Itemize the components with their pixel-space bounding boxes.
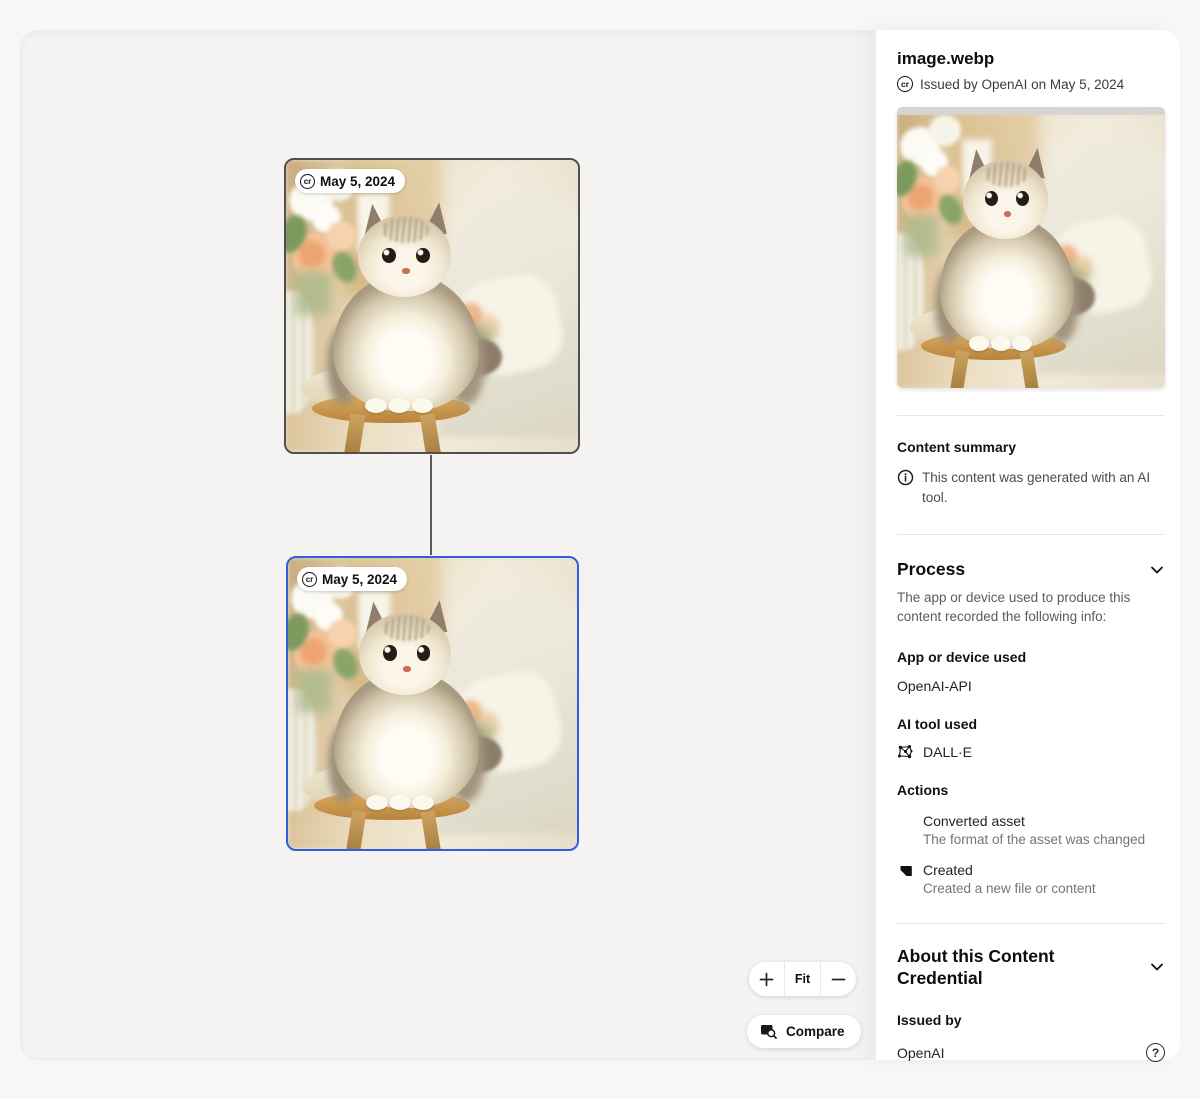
ai-tool-value: DALL·E [923,743,973,760]
issued-by-value: OpenAI [897,1044,945,1061]
zoom-fit-button[interactable]: Fit [784,962,820,996]
compare-icon [761,1025,777,1039]
divider [897,922,1165,924]
app-device-value: OpenAI-API [897,677,972,694]
connector-line [430,455,432,555]
divider [897,534,1165,536]
content-summary-heading: Content summary [897,439,1017,455]
zoom-out-button[interactable] [820,962,856,996]
action-item: Created Created a new file or content [897,862,1165,896]
dalle-icon [898,744,913,758]
action-description: Created a new file or content [923,880,1096,896]
issued-by-row: OpenAI ? [897,1043,1165,1063]
about-heading: About this Content Credential [897,945,1055,989]
process-section-header[interactable]: Process [897,558,1165,581]
asset-node-selected[interactable]: cr May 5, 2024 [286,556,579,851]
info-icon [897,469,914,486]
issuer-line: cr Issued by OpenAI on May 5, 2024 [897,76,1165,92]
cat-photo [286,160,578,452]
chevron-down-icon[interactable] [1149,562,1165,578]
badge-date: May 5, 2024 [320,173,396,189]
compare-button[interactable]: Compare [747,1015,861,1048]
content-summary-row: This content was generated with an AI to… [897,468,1165,507]
ai-tool-row: DALL·E [897,744,1165,760]
zoom-in-button[interactable] [749,962,784,996]
content-summary-text: This content was generated with an AI to… [922,470,1151,505]
action-title: Converted asset [923,812,1025,829]
asset-node-parent[interactable]: cr May 5, 2024 [284,158,580,454]
action-item: Converted asset The format of the asset … [897,813,1165,847]
minus-icon [831,978,846,980]
chevron-down-icon[interactable] [1149,959,1165,975]
actions-label: Actions [897,781,949,798]
details-panel: image.webp cr Issued by OpenAI on May 5,… [876,30,1180,1063]
fit-label: Fit [794,972,811,986]
ai-tool-label: AI tool used [897,715,978,732]
badge-date: May 5, 2024 [322,571,398,587]
cat-photo [288,558,577,849]
divider [897,415,1165,416]
question-icon[interactable]: ? [1146,1043,1165,1063]
thumbnail-crop-strip [897,107,1165,115]
compare-label: Compare [786,1024,845,1039]
action-title: Created [923,861,973,878]
action-description: The format of the asset was changed [923,831,1146,847]
cr-icon: cr [897,76,913,92]
zoom-controls: Fit [749,962,856,996]
plus-icon [759,972,774,986]
about-section-header[interactable]: About this Content Credential [897,945,1165,991]
file-title: image.webp [897,49,995,68]
credential-date-badge: cr May 5, 2024 [297,567,408,591]
cr-icon: cr [302,571,317,587]
credential-date-badge: cr May 5, 2024 [295,169,406,193]
process-heading: Process [897,559,966,580]
issued-by-label: Issued by [897,1012,962,1029]
app-device-label: App or device used [897,648,1027,665]
process-description: The app or device used to produce this c… [897,589,1131,624]
selected-asset-thumbnail [897,107,1165,388]
issuer-text: Issued by OpenAI on May 5, 2024 [920,76,1125,92]
cr-icon: cr [300,173,315,189]
created-icon [900,865,912,876]
cat-photo [897,107,1165,388]
